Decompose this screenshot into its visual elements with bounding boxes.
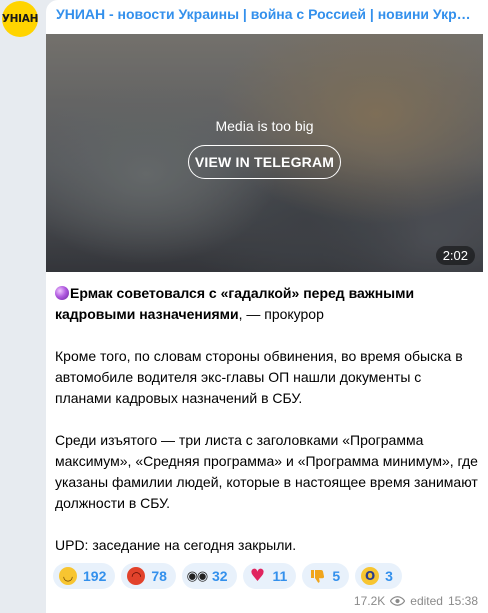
reactions-bar: ◡ 192 ◠ 78 ◉◉ 32 ♥ 11 5 O 3 <box>53 563 402 589</box>
reaction-count: 5 <box>332 568 341 584</box>
message-bubble: УНИАН - новости Украины | война с Россие… <box>46 0 488 613</box>
reaction-count: 3 <box>385 568 393 584</box>
view-in-telegram-button[interactable]: VIEW IN TELEGRAM <box>188 145 341 179</box>
crystal-ball-icon <box>55 286 69 300</box>
eyes-icon: ◉◉ <box>186 568 209 584</box>
screaming-face-icon: O <box>361 567 380 585</box>
post-paragraph: Среди изъятого — три листа с заголовками… <box>55 432 478 511</box>
eye-icon <box>390 596 406 606</box>
message-meta: 17.2K edited 15:38 <box>354 594 478 608</box>
channel-avatar[interactable]: УНIАН <box>2 1 38 37</box>
headline-rest: , — прокурор <box>238 306 324 322</box>
reaction-count: 78 <box>151 568 167 584</box>
reaction-count: 11 <box>272 568 288 584</box>
edited-label: edited <box>410 594 443 608</box>
post-paragraph: Кроме того, по словам стороны обвинения,… <box>55 348 463 406</box>
headline-bold: Ермак советовался с «гадалкой» перед важ… <box>55 285 415 322</box>
thumbs-down-icon <box>308 567 326 585</box>
angry-face-icon: ◠ <box>127 567 146 585</box>
channel-title[interactable]: УНИАН - новости Украины | война с Россие… <box>56 6 476 23</box>
post-headline: Ермак советовался с «гадалкой» перед важ… <box>55 283 480 325</box>
video-preview[interactable]: Media is too big VIEW IN TELEGRAM 2:02 <box>46 34 483 272</box>
reaction-angry[interactable]: ◠ 78 <box>121 563 176 589</box>
reaction-count: 192 <box>83 568 107 584</box>
grinning-face-icon: ◡ <box>59 567 77 585</box>
reaction-thumbs-down[interactable]: 5 <box>302 563 350 589</box>
view-count: 17.2K <box>353 594 386 608</box>
reaction-eyes[interactable]: ◉◉ 32 <box>181 563 237 589</box>
reaction-screaming[interactable]: O 3 <box>355 563 402 589</box>
reaction-grinning[interactable]: ◡ 192 <box>53 563 116 589</box>
message-time: 15:38 <box>447 594 478 608</box>
red-heart-icon: ♥ <box>249 565 266 586</box>
video-duration: 2:02 <box>435 246 475 265</box>
reaction-count: 32 <box>211 568 228 584</box>
reaction-heart[interactable]: ♥ 11 <box>242 563 297 589</box>
post-text: Ермак советовался с «гадалкой» перед важ… <box>55 283 480 556</box>
media-too-big-notice: Media is too big <box>215 118 314 134</box>
post-update: UPD: заседание на сегодня закрыли. <box>55 537 297 553</box>
